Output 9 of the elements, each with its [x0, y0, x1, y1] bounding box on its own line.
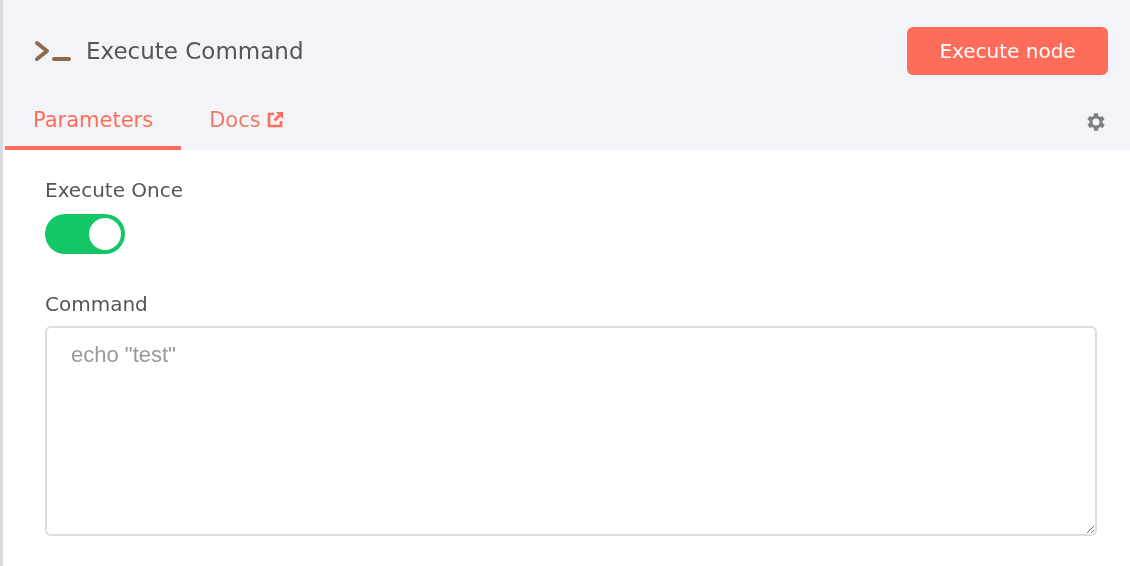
command-field[interactable]: echo "test": [45, 326, 1097, 536]
tab[interactable]: Parameters: [5, 94, 182, 150]
tab[interactable]: Docs: [181, 94, 313, 150]
terminal-icon: [34, 40, 72, 62]
execute-node-button[interactable]: Execute node: [907, 27, 1108, 75]
field-label: Command: [45, 292, 149, 316]
toggle-switch[interactable]: [45, 214, 125, 254]
field-label: Execute Once: [45, 178, 185, 202]
panel-title: Execute Command: [86, 38, 304, 64]
